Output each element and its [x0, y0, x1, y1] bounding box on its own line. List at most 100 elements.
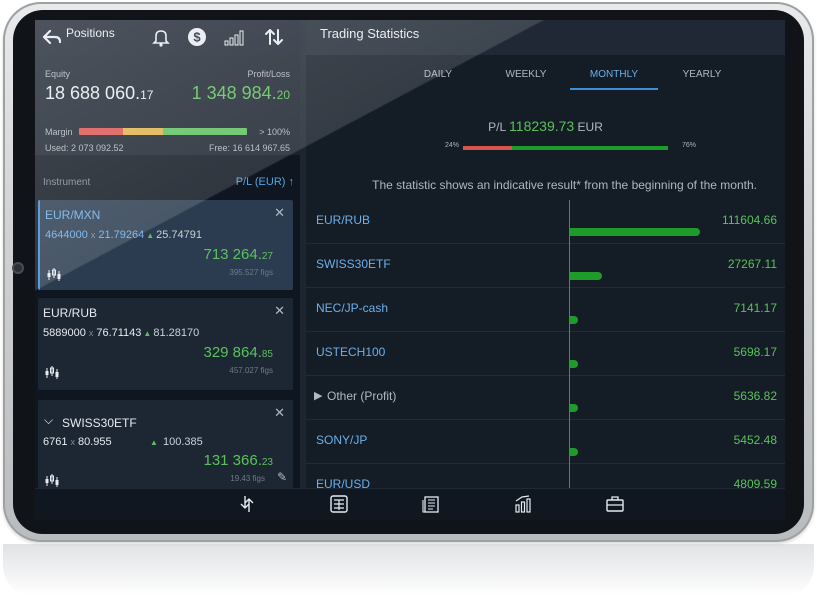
signal-bars-icon[interactable] — [223, 26, 245, 48]
position-figs: 457.027 figs — [229, 366, 273, 375]
statistic-note: The statistic shows an indicative result… — [372, 178, 757, 192]
statistics-bar — [570, 360, 578, 368]
position-card[interactable]: SWISS30ETF ⌵ ✕ 6761 x 80.955 ▲ 100.385 131… — [38, 400, 293, 488]
margin-bar — [79, 128, 247, 135]
positions-panel: Positions $ Equity Profit/Loss 18 688 06… — [35, 20, 300, 488]
positions-title: Positions — [66, 26, 115, 40]
account-summary: Equity Profit/Loss 18 688 060.17 1 348 9… — [35, 55, 300, 155]
statistics-value: 27267.11 — [727, 257, 777, 271]
profit-segment — [512, 146, 668, 150]
news-icon[interactable] — [421, 494, 441, 514]
profit-loss-label: Profit/Loss — [247, 69, 290, 79]
statistics-instrument: NEC/JP-cash — [316, 301, 389, 315]
profit-percent: 76% — [682, 142, 697, 149]
app-screen: Positions $ Equity Profit/Loss 18 688 06… — [35, 20, 785, 520]
statistics-bar — [570, 228, 700, 236]
margin-used: Used: 2 073 092.52 — [45, 143, 124, 153]
briefcase-icon[interactable] — [605, 494, 625, 514]
candlestick-chart-icon[interactable] — [44, 364, 62, 380]
position-details: 4644000 x 21.79264 ▲ 25.74791 — [45, 229, 203, 241]
margin-free: Free: 16 614 967.65 — [208, 143, 290, 153]
equity-label: Equity — [45, 69, 71, 79]
period-tabs: DAILY WEEKLY MONTHLY YEARLY — [306, 55, 785, 95]
position-instrument: EUR/RUB — [43, 306, 98, 320]
analytics-icon[interactable] — [513, 494, 533, 514]
position-figs: 19.43 figs — [230, 474, 265, 483]
instrument-list-header: Instrument P/L (EUR) ↑ — [35, 170, 300, 198]
statistics-row[interactable]: SONY/JP 5452.48 — [306, 420, 785, 464]
calculator-icon[interactable] — [329, 494, 349, 514]
statistics-value: 5698.17 — [733, 345, 777, 359]
instrument-header: Instrument — [43, 177, 91, 188]
sort-up-icon: ↑ — [288, 176, 295, 188]
statistics-bar — [570, 272, 602, 280]
margin-label: Margin — [45, 127, 73, 137]
transfer-icon[interactable] — [237, 494, 257, 514]
camera-dot — [14, 264, 22, 272]
margin-segment — [79, 128, 123, 135]
tab-monthly[interactable]: MONTHLY — [570, 69, 658, 80]
up-triangle-icon: ▲ — [150, 438, 158, 447]
statistics-title: Trading Statistics — [320, 26, 420, 41]
positions-header: Positions $ — [35, 20, 300, 55]
position-instrument: EUR/MXN — [45, 208, 101, 222]
margin-max-label: > 100% — [259, 127, 290, 137]
statistics-instrument: USTECH100 — [316, 345, 386, 359]
close-icon[interactable]: ✕ — [274, 205, 285, 221]
statistics-bar — [570, 448, 578, 456]
pl-summary: P/L 118239.73 EUR — [488, 118, 603, 134]
position-current-price: ▲ 100.385 — [150, 436, 203, 448]
statistics-instrument: EUR/RUB — [316, 213, 371, 227]
loss-segment — [463, 146, 513, 150]
svg-text:$: $ — [193, 30, 201, 45]
position-card[interactable]: EUR/RUB ✕ 5889000 x 76.71143 ▲ 81.28170 329 … — [38, 298, 293, 390]
pl-sort-header[interactable]: P/L (EUR) ↑ — [236, 176, 294, 188]
statistics-header: Trading Statistics — [306, 20, 785, 55]
statistics-value: 7141.17 — [733, 301, 777, 315]
position-card[interactable]: EUR/MXN ✕ 4644000 x 21.79264 ▲ 25.74791 713 … — [38, 200, 293, 290]
statistics-row[interactable]: ▶ Other (Profit) 5636.82 — [306, 376, 785, 420]
position-figs: 395.527 figs — [229, 268, 273, 277]
bell-icon[interactable] — [150, 26, 172, 48]
position-profit: 713 264.27 — [203, 246, 273, 263]
profit-loss-ratio-bar — [463, 146, 668, 150]
sort-arrows-icon[interactable] — [263, 26, 285, 48]
pencil-icon[interactable]: ✎ — [277, 470, 287, 484]
margin-segment — [122, 128, 163, 135]
statistics-row[interactable]: SWISS30ETF 27267.11 — [306, 244, 785, 288]
statistics-value: 5636.82 — [733, 389, 777, 403]
position-details: 6761 x 80.955 — [43, 436, 112, 448]
tab-yearly[interactable]: YEARLY — [658, 69, 746, 80]
statistics-instrument: SONY/JP — [316, 433, 368, 447]
back-arrow-icon[interactable] — [41, 26, 63, 48]
dollar-icon[interactable]: $ — [186, 26, 208, 48]
close-icon[interactable]: ✕ — [274, 303, 285, 319]
close-icon[interactable]: ✕ — [274, 405, 285, 421]
statistics-value: 5452.48 — [733, 433, 777, 447]
up-triangle-icon: ▲ — [146, 231, 155, 240]
tab-daily[interactable]: DAILY — [394, 69, 482, 80]
statistics-row[interactable]: NEC/JP-cash 7141.17 — [306, 288, 785, 332]
position-details: 5889000 x 76.71143 ▲ 81.28170 — [43, 327, 200, 339]
profit-loss-value: 1 348 984.20 — [191, 83, 290, 103]
bottom-navigation — [35, 488, 785, 520]
position-profit: 131 366.23 — [203, 452, 273, 469]
chevron-right-icon[interactable]: ▶ — [314, 389, 322, 402]
candlestick-chart-icon[interactable] — [44, 472, 62, 488]
statistics-row[interactable]: USTECH100 5698.17 — [306, 332, 785, 376]
candlestick-chart-icon[interactable] — [46, 266, 64, 282]
up-triangle-icon: ▲ — [143, 329, 152, 338]
statistics-instrument: Other (Profit) — [327, 389, 397, 403]
position-instrument: SWISS30ETF — [62, 416, 137, 430]
tablet-reflection — [3, 544, 814, 596]
chevron-down-icon[interactable]: ⌵ — [44, 413, 53, 428]
equity-value: 18 688 060.17 — [45, 83, 154, 103]
tab-weekly[interactable]: WEEKLY — [482, 69, 570, 80]
trading-statistics-panel: Trading Statistics DAILY WEEKLY MONTHLY … — [306, 20, 785, 508]
statistics-instrument: SWISS30ETF — [316, 257, 391, 271]
statistics-value: 111604.66 — [722, 213, 777, 227]
active-tab-indicator — [570, 88, 658, 90]
position-profit: 329 864.85 — [203, 344, 273, 361]
chart-axis — [569, 200, 570, 488]
statistics-row[interactable]: EUR/RUB 111604.66 — [306, 200, 785, 244]
